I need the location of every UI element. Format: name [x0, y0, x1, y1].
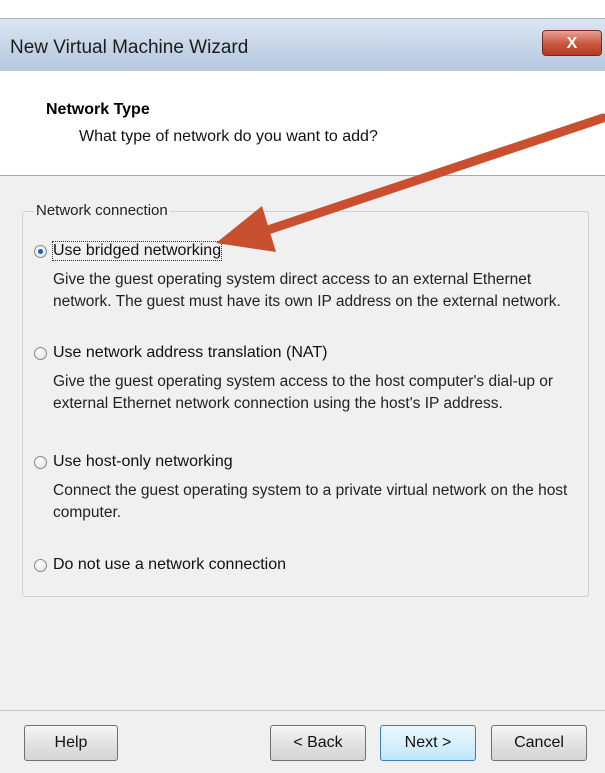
wizard-body: Network connection Use bridged networkin…	[0, 176, 605, 710]
back-button[interactable]: < Back	[270, 725, 366, 761]
group-label: Network connection	[34, 202, 170, 219]
close-button[interactable]: X	[542, 30, 602, 56]
option-label-no-network[interactable]: Do not use a network connection	[53, 556, 286, 574]
window-title: New Virtual Machine Wizard	[10, 37, 249, 58]
next-button[interactable]: Next >	[380, 725, 476, 761]
radio-nat[interactable]	[34, 347, 47, 360]
option-description-bridged: Give the guest operating system direct a…	[53, 271, 561, 310]
wizard-window: New Virtual Machine Wizard X Network Typ…	[0, 0, 605, 773]
title-bar[interactable]: New Virtual Machine Wizard X	[0, 18, 605, 71]
close-icon: X	[566, 35, 578, 52]
radio-no-network[interactable]	[34, 559, 47, 572]
option-label-nat[interactable]: Use network address translation (NAT)	[53, 344, 327, 362]
page-title: Network Type	[46, 101, 150, 118]
button-bar: Help < Back Next > Cancel	[0, 710, 605, 773]
option-label-bridged[interactable]: Use bridged networking	[51, 241, 223, 261]
page-subtitle: What type of network do you want to add?	[79, 128, 378, 145]
option-label-host-only[interactable]: Use host-only networking	[53, 453, 233, 471]
cancel-button[interactable]: Cancel	[491, 725, 587, 761]
radio-bridged[interactable]	[34, 245, 47, 258]
option-description-nat: Give the guest operating system access t…	[53, 373, 554, 412]
wizard-header: Network Type What type of network do you…	[0, 80, 605, 176]
help-button[interactable]: Help	[24, 725, 118, 761]
option-description-host-only: Connect the guest operating system to a …	[53, 482, 568, 521]
radio-host-only[interactable]	[34, 456, 47, 469]
